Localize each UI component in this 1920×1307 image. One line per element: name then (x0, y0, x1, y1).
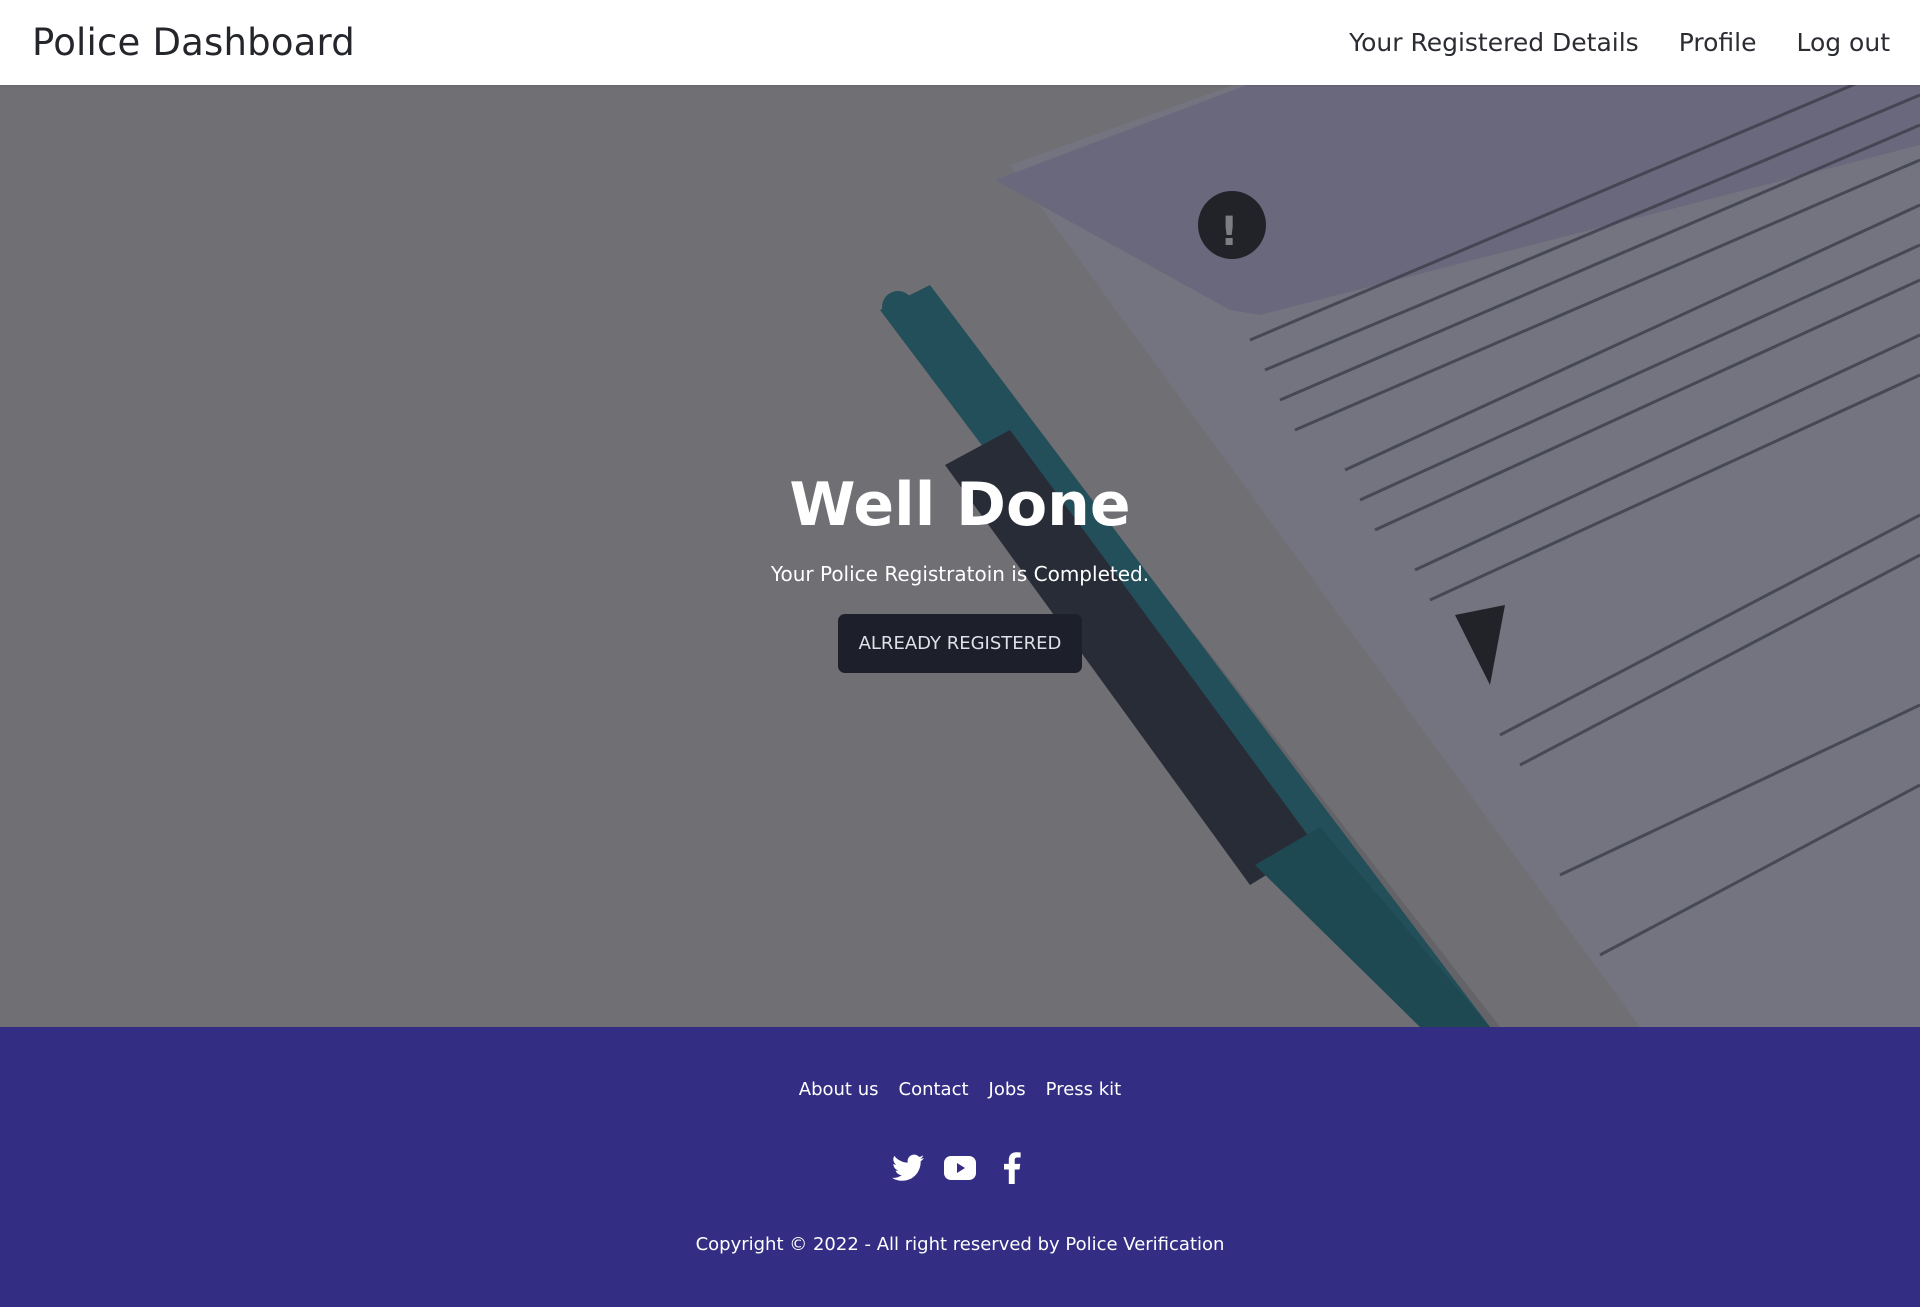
already-registered-button[interactable]: ALREADY REGISTERED (837, 613, 1083, 673)
hero-subtitle: Your Police Registratoin is Completed. (770, 561, 1150, 586)
hero-section: ! Well Done Your Police Registra (0, 85, 1920, 1027)
footer-link-jobs[interactable]: Jobs (989, 1079, 1026, 1100)
footer-link-contact[interactable]: Contact (899, 1079, 969, 1100)
footer-link-press-kit[interactable]: Press kit (1046, 1079, 1122, 1100)
nav-link-logout[interactable]: Log out (1796, 28, 1890, 57)
nav-link-registered-details[interactable]: Your Registered Details (1349, 28, 1639, 57)
copyright-text: Copyright © 2022 - All right reserved by… (695, 1234, 1225, 1255)
facebook-icon[interactable] (995, 1151, 1029, 1185)
footer-links: About us Contact Jobs Press kit (0, 1079, 1920, 1100)
youtube-icon[interactable] (943, 1151, 977, 1185)
top-navbar: Police Dashboard Your Registered Details… (0, 0, 1920, 85)
footer-link-about-us[interactable]: About us (799, 1079, 879, 1100)
social-links (0, 1151, 1920, 1185)
twitter-icon[interactable] (891, 1151, 925, 1185)
brand-title[interactable]: Police Dashboard (32, 21, 355, 64)
hero-title: Well Done (789, 469, 1131, 540)
nav-link-profile[interactable]: Profile (1679, 28, 1757, 57)
hero-content: Well Done Your Police Registratoin is Co… (0, 85, 1920, 1027)
footer: About us Contact Jobs Press kit Copyrigh… (0, 1027, 1920, 1307)
nav-links: Your Registered Details Profile Log out (1349, 28, 1890, 57)
